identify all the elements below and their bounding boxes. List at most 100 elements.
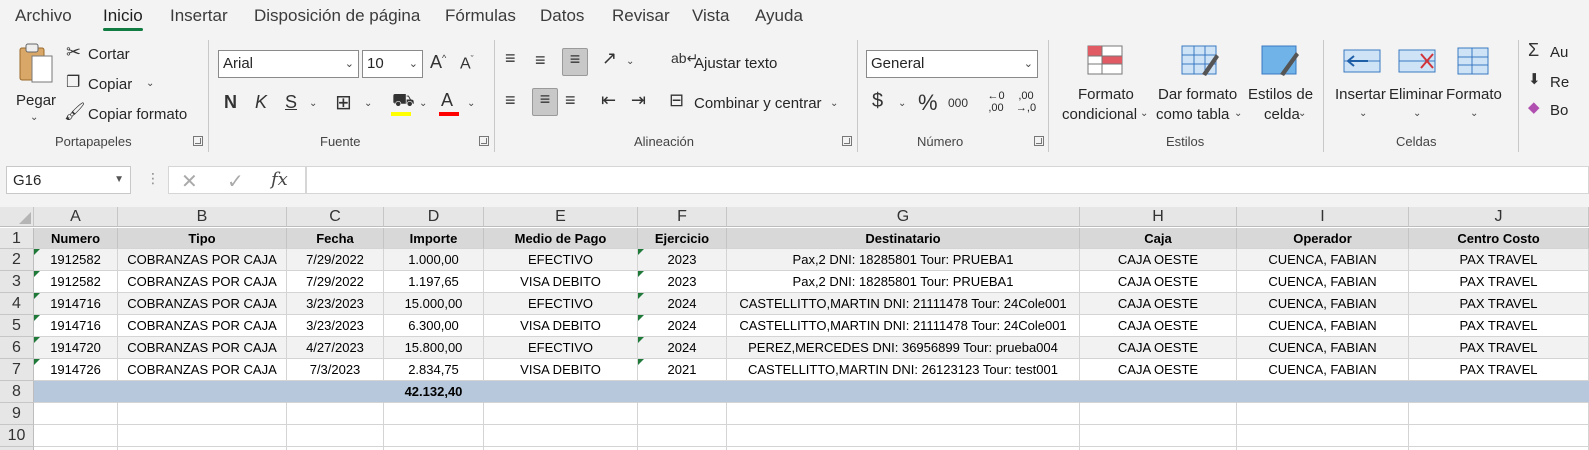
total-row-cell[interactable] <box>1237 381 1409 403</box>
total-row-cell[interactable] <box>638 381 727 403</box>
data-cell[interactable]: CASTELLITTO,MARTIN DNI: 21111478 Tour: 2… <box>727 315 1080 337</box>
data-cell[interactable]: 2021 <box>638 359 727 381</box>
empty-cell[interactable] <box>118 425 287 447</box>
italic-button[interactable]: K <box>255 92 267 113</box>
data-cell[interactable]: 7/29/2022 <box>287 271 384 293</box>
bold-button[interactable]: N <box>224 92 237 113</box>
insert-function-icon[interactable]: fx <box>271 169 288 190</box>
percent-button[interactable]: % <box>918 90 938 116</box>
font-name-select[interactable]: Arial ⌄ <box>218 50 359 78</box>
header-cell[interactable]: Caja <box>1080 228 1237 249</box>
column-header-f[interactable]: F <box>638 207 727 227</box>
borders-icon[interactable]: ⊞ <box>335 90 352 115</box>
data-cell[interactable]: PAX TRAVEL <box>1409 271 1589 293</box>
row-header-1[interactable]: 1 <box>0 228 34 249</box>
format-as-table-button[interactable]: Dar formato como tabla ⌄ <box>1156 42 1244 132</box>
data-cell[interactable]: CUENCA, FABIAN <box>1237 249 1409 271</box>
data-cell[interactable]: PAX TRAVEL <box>1409 337 1589 359</box>
column-header-a[interactable]: A <box>34 207 118 227</box>
decrease-decimal-button[interactable]: ,00 →,0 <box>1012 90 1040 118</box>
empty-cell[interactable] <box>484 403 638 425</box>
increase-decimal-button[interactable]: ←0 ,00 <box>983 90 1009 118</box>
empty-cell[interactable] <box>1237 403 1409 425</box>
fill-color-icon[interactable]: ⛟ <box>392 90 415 114</box>
data-cell[interactable]: 2024 <box>638 293 727 315</box>
data-cell[interactable]: PAX TRAVEL <box>1409 359 1589 381</box>
thousands-button[interactable]: 000 <box>948 96 968 110</box>
total-row-cell[interactable] <box>34 381 118 403</box>
align-middle-icon[interactable]: ≡ <box>535 50 546 71</box>
align-center-icon[interactable]: ≡ <box>532 88 558 116</box>
cell-styles-button[interactable]: Estilos de celda ⌄ <box>1246 42 1314 132</box>
clear-button[interactable]: Bo <box>1550 102 1568 119</box>
align-left-icon[interactable]: ≡ <box>505 90 516 111</box>
empty-cell[interactable] <box>1080 403 1237 425</box>
chevron-down-icon[interactable]: ⌄ <box>309 98 317 109</box>
alignment-launcher-icon[interactable] <box>842 136 852 146</box>
column-header-e[interactable]: E <box>484 207 638 227</box>
data-cell[interactable]: 4/27/2023 <box>287 337 384 359</box>
data-cell[interactable]: EFECTIVO <box>484 337 638 359</box>
align-bottom-icon[interactable]: ≡ <box>562 48 588 76</box>
select-all-corner[interactable] <box>0 207 34 227</box>
column-header-g[interactable]: G <box>727 207 1080 227</box>
header-cell[interactable]: Fecha <box>287 228 384 249</box>
format-painter-button[interactable]: Copiar formato <box>88 106 187 123</box>
header-cell[interactable]: Operador <box>1237 228 1409 249</box>
row-header-10[interactable]: 10 <box>0 425 34 447</box>
empty-cell[interactable] <box>384 425 484 447</box>
align-right-icon[interactable]: ≡ <box>565 90 576 111</box>
delete-cells-button[interactable]: Eliminar ⌄ <box>1389 42 1445 132</box>
data-cell[interactable]: 7/3/2023 <box>287 359 384 381</box>
row-header-7[interactable]: 7 <box>0 359 34 381</box>
data-cell[interactable]: VISA DEBITO <box>484 271 638 293</box>
data-cell[interactable]: 6.300,00 <box>384 315 484 337</box>
column-header-b[interactable]: B <box>118 207 287 227</box>
data-cell[interactable]: PAX TRAVEL <box>1409 249 1589 271</box>
wrap-text-button[interactable]: Ajustar texto <box>694 55 777 72</box>
row-header-9[interactable]: 9 <box>0 403 34 425</box>
increase-indent-icon[interactable]: ⇥ <box>631 90 646 111</box>
merge-center-button[interactable]: Combinar y centrar <box>694 95 822 112</box>
data-cell[interactable]: 2.834,75 <box>384 359 484 381</box>
underline-button[interactable]: S <box>285 92 297 113</box>
align-top-icon[interactable]: ≡ <box>505 48 516 69</box>
data-cell[interactable]: CUENCA, FABIAN <box>1237 271 1409 293</box>
empty-cell[interactable] <box>1080 425 1237 447</box>
data-cell[interactable]: COBRANZAS POR CAJA <box>118 249 287 271</box>
data-cell[interactable]: EFECTIVO <box>484 293 638 315</box>
header-cell[interactable]: Destinatario <box>727 228 1080 249</box>
data-cell[interactable]: CUENCA, FABIAN <box>1237 315 1409 337</box>
empty-cell[interactable] <box>34 425 118 447</box>
data-cell[interactable]: CAJA OESTE <box>1080 315 1237 337</box>
data-cell[interactable]: 1912582 <box>34 271 118 293</box>
row-header-3[interactable]: 3 <box>0 271 34 293</box>
header-cell[interactable]: Numero <box>34 228 118 249</box>
header-cell[interactable]: Importe <box>384 228 484 249</box>
column-header-c[interactable]: C <box>287 207 384 227</box>
data-cell[interactable]: Pax,2 DNI: 18285801 Tour: PRUEBA1 <box>727 271 1080 293</box>
increase-font-icon[interactable]: A^ <box>430 52 446 73</box>
data-cell[interactable]: 2024 <box>638 337 727 359</box>
empty-cell[interactable] <box>1237 425 1409 447</box>
confirm-icon[interactable]: ✓ <box>227 169 244 194</box>
data-cell[interactable]: 15.800,00 <box>384 337 484 359</box>
row-header-4[interactable]: 4 <box>0 293 34 315</box>
tab-datos[interactable]: Datos <box>540 6 584 26</box>
column-header-d[interactable]: D <box>384 207 484 227</box>
insert-cells-button[interactable]: Insertar ⌄ <box>1333 42 1391 132</box>
empty-cell[interactable] <box>727 403 1080 425</box>
chevron-down-icon[interactable]: ⌄ <box>364 98 372 109</box>
formula-input[interactable] <box>306 166 1589 194</box>
data-cell[interactable]: PAX TRAVEL <box>1409 293 1589 315</box>
data-cell[interactable]: CAJA OESTE <box>1080 271 1237 293</box>
data-cell[interactable]: 1914716 <box>34 315 118 337</box>
data-cell[interactable]: COBRANZAS POR CAJA <box>118 337 287 359</box>
data-cell[interactable]: 15.000,00 <box>384 293 484 315</box>
autosum-button[interactable]: Au <box>1550 44 1568 61</box>
empty-cell[interactable] <box>727 425 1080 447</box>
data-cell[interactable]: 3/23/2023 <box>287 315 384 337</box>
empty-cell[interactable] <box>384 403 484 425</box>
data-cell[interactable]: CAJA OESTE <box>1080 337 1237 359</box>
format-cells-button[interactable]: Formato ⌄ <box>1444 42 1506 132</box>
